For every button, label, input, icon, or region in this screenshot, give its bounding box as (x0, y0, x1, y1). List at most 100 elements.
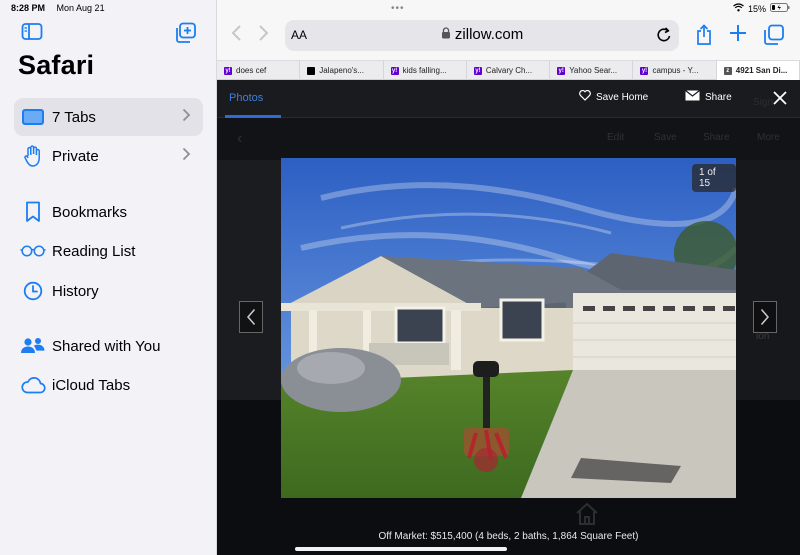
sidebar-item-reading-list[interactable]: Reading List (14, 232, 203, 270)
status-time: 8:28 PM (11, 3, 46, 13)
browser-tab[interactable]: z 4921 San Di... (716, 61, 800, 80)
listing-action-bar: ‹ Edit Save Share More (217, 118, 800, 160)
ghost-edit: Edit (607, 132, 625, 143)
sidebar-item-label: Shared with You (52, 337, 161, 355)
envelope-icon (685, 90, 700, 104)
sidebar-item-tabs[interactable]: 7 Tabs (14, 98, 203, 136)
browser-tab[interactable]: y! does cef (217, 61, 301, 80)
browser-tab[interactable]: y! kids falling... (384, 61, 467, 80)
tab-favicon-icon: y! (390, 66, 399, 75)
browser-toolbar: ••• 15% AA zillow.com (217, 0, 800, 60)
sidebar-item-label: 7 Tabs (52, 108, 96, 126)
tab-label: Calvary Ch... (485, 66, 533, 75)
chevron-right-icon (182, 108, 191, 126)
glasses-icon (20, 240, 46, 262)
status-bar-right: 15% (733, 3, 790, 14)
tab-label: Jalapeno's... (319, 66, 364, 75)
tab-label: campus - Y... (652, 66, 699, 75)
ghost-save: Save (654, 132, 677, 143)
sidebar-item-private[interactable]: Private (14, 137, 203, 175)
browser-tab[interactable]: Jalapeno's... (300, 61, 384, 80)
background-listing-right: ion (736, 160, 800, 400)
photo-counter: 1 of 15 (692, 164, 736, 192)
sidebar-item-label: History (52, 282, 99, 300)
wifi-icon (733, 3, 744, 14)
battery-percent: 15% (747, 3, 766, 14)
back-button[interactable] (230, 24, 242, 48)
reload-icon[interactable] (656, 26, 672, 49)
address-bar[interactable]: AA zillow.com (285, 20, 679, 51)
tab-overview-button[interactable] (763, 24, 785, 46)
sidebar-item-label: iCloud Tabs (52, 376, 131, 394)
url-text[interactable]: zillow.com (285, 26, 679, 43)
tab-label: does cef (236, 66, 267, 75)
new-tab-group-icon[interactable] (175, 22, 197, 44)
share-button[interactable] (695, 24, 717, 46)
home-icon (574, 501, 600, 527)
browser-pane: ••• 15% AA zillow.com y! does cef Jalapeno… (217, 0, 800, 555)
house-photo[interactable]: 1 of 15 (281, 158, 736, 498)
sidebar-toggle-icon[interactable] (21, 22, 43, 44)
tab-favicon-icon: y! (224, 66, 232, 75)
active-tab-indicator (225, 115, 281, 118)
hand-icon (20, 145, 46, 167)
close-icon[interactable] (772, 90, 788, 106)
tab-favicon-icon: y! (557, 66, 566, 75)
save-home-label: Save Home (596, 91, 649, 103)
ghost-share: Share (703, 132, 730, 143)
url-domain: zillow.com (454, 26, 524, 43)
sidebar-item-label: Reading List (52, 242, 136, 260)
sidebar-item-label: Private (52, 147, 99, 165)
clock-icon (20, 280, 46, 302)
ghost-more: More (757, 132, 780, 143)
status-date: Mon Aug 21 (56, 3, 105, 13)
next-photo-button[interactable] (753, 301, 777, 333)
heart-icon (579, 89, 591, 104)
save-home-button[interactable]: Save Home (579, 89, 649, 104)
tab-favicon-icon (307, 66, 316, 75)
tab-photos[interactable]: Photos (229, 92, 263, 104)
tab-favicon-icon: z (723, 66, 732, 75)
chevron-right-icon (182, 147, 191, 165)
bookmark-icon (20, 201, 46, 223)
tab-favicon-icon: y! (640, 66, 649, 75)
ghost-sign: Sign (753, 97, 774, 108)
share-label: Share (705, 91, 732, 103)
photos-tab-label: Photos (229, 92, 264, 104)
sidebar-item-icloud-tabs[interactable]: iCloud Tabs (14, 366, 203, 404)
photo-viewer-header: Sign Photos Save Home Share (217, 80, 800, 118)
sidebar-item-label: Bookmarks (52, 203, 128, 221)
previous-photo-button[interactable] (239, 301, 263, 333)
battery-icon (770, 3, 790, 14)
tab-label: Yahoo Sear... (569, 66, 618, 75)
sidebar-item-shared-with-you[interactable]: Shared with You (14, 327, 203, 365)
forward-button[interactable] (258, 24, 270, 48)
tab-label: kids falling... (402, 66, 447, 75)
tab-label: 4921 San Di... (735, 66, 788, 75)
lock-icon (441, 26, 451, 43)
chevron-left-icon (247, 309, 256, 325)
ipad-screen: 8:28 PM Mon Aug 21 Safari 7 Tabs Private… (0, 0, 800, 555)
status-bar-left: 8:28 PM Mon Aug 21 (11, 3, 114, 13)
background-listing-left (217, 160, 281, 400)
sidebar-title: Safari (18, 50, 95, 80)
tab-strip: y! does cef Jalapeno's... y! kids falling...… (217, 60, 800, 80)
new-tab-button[interactable] (729, 24, 751, 46)
browser-tab[interactable]: y! Calvary Ch... (467, 61, 551, 80)
chevron-right-icon (760, 309, 769, 325)
zillow-photo-viewer: ‹ Edit Save Share More ion Sign Photos S… (217, 80, 800, 555)
tabs-icon (20, 106, 46, 128)
sidebar-item-history[interactable]: History (14, 272, 203, 310)
browser-tab[interactable]: y! Yahoo Sear... (550, 61, 634, 80)
cloud-icon (20, 374, 46, 396)
sidebar-item-bookmarks[interactable]: Bookmarks (14, 193, 203, 231)
shared-icon (20, 335, 46, 357)
home-indicator[interactable] (295, 547, 507, 551)
multitasking-dots-icon[interactable]: ••• (391, 3, 405, 14)
safari-sidebar: 8:28 PM Mon Aug 21 Safari 7 Tabs Private… (0, 0, 217, 555)
tab-favicon-icon: y! (473, 66, 482, 75)
listing-back-icon: ‹ (237, 130, 243, 147)
share-listing-button[interactable]: Share (685, 90, 732, 104)
listing-caption: Off Market: $515,400 (4 beds, 2 baths, 1… (378, 531, 639, 542)
browser-tab[interactable]: y! campus - Y... (633, 61, 717, 80)
